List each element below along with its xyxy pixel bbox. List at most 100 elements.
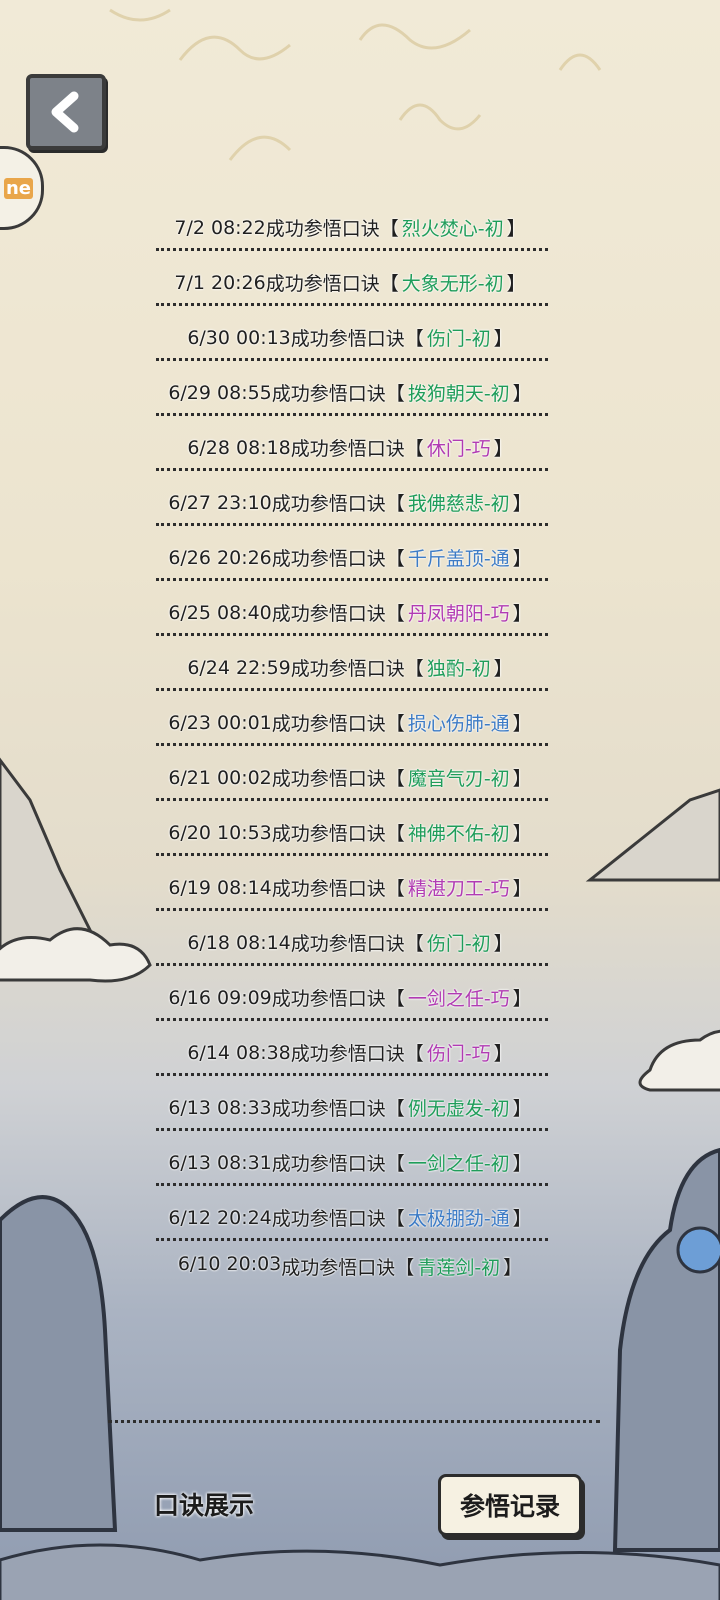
bracket-close: 】 xyxy=(503,1257,523,1279)
record-time: 7/2 08:22 xyxy=(174,216,266,239)
bracket-open: 【 xyxy=(385,1208,405,1230)
record-time: 6/24 22:59 xyxy=(187,656,291,679)
bracket-open: 【 xyxy=(385,1098,405,1120)
chevron-left-icon xyxy=(51,91,79,133)
bracket-open: 【 xyxy=(379,273,399,295)
list-item: 6/19 08:14 成功参悟口诀【精湛刀工-巧】 xyxy=(150,860,550,915)
record-time: 6/26 20:26 xyxy=(168,546,272,569)
list-item: 6/21 00:02 成功参悟口诀【魔音气刃-初】 xyxy=(150,750,550,805)
record-action: 成功参悟口诀 xyxy=(265,273,380,295)
record-skill-name: 我佛慈悲-初 xyxy=(407,493,510,515)
bracket-open: 【 xyxy=(385,1153,405,1175)
list-item: 6/30 00:13 成功参悟口诀【伤门-初】 xyxy=(150,310,550,365)
record-time: 6/23 00:01 xyxy=(168,711,272,734)
list-item: 6/20 10:53 成功参悟口诀【神佛不佑-初】 xyxy=(150,805,550,860)
record-time: 6/30 00:13 xyxy=(187,326,291,349)
record-action: 成功参悟口诀 xyxy=(271,1153,386,1175)
list-item: 6/29 08:55 成功参悟口诀【拨狗朝天-初】 xyxy=(150,365,550,420)
record-skill-name: 太极掤劲-通 xyxy=(407,1208,510,1230)
list-item: 6/26 20:26 成功参悟口诀【千斤盖顶-通】 xyxy=(150,530,550,585)
list-item: 7/1 20:26 成功参悟口诀【大象无形-初】 xyxy=(150,255,550,310)
record-action: 成功参悟口诀 xyxy=(271,1208,386,1230)
record-time: 6/12 20:24 xyxy=(168,1206,272,1229)
record-action: 成功参悟口诀 xyxy=(271,603,386,625)
record-time: 6/18 08:14 xyxy=(187,931,291,954)
record-time: 6/13 08:33 xyxy=(168,1096,272,1119)
record-action: 成功参悟口诀 xyxy=(271,493,386,515)
bracket-open: 【 xyxy=(404,658,424,680)
record-action: 成功参悟口诀 xyxy=(271,823,386,845)
bracket-open: 【 xyxy=(404,438,424,460)
bracket-open: 【 xyxy=(385,713,405,735)
record-action: 成功参悟口诀 xyxy=(290,1043,405,1065)
record-time: 6/29 08:55 xyxy=(168,381,272,404)
bracket-close: 】 xyxy=(506,218,526,240)
bracket-open: 【 xyxy=(385,603,405,625)
list-item: 6/27 23:10 成功参悟口诀【我佛慈悲-初】 xyxy=(150,475,550,530)
record-time: 6/19 08:14 xyxy=(168,876,272,899)
tab-comprehension-records[interactable]: 参悟记录 xyxy=(438,1474,582,1536)
record-action: 成功参悟口诀 xyxy=(281,1257,396,1279)
record-action: 成功参悟口诀 xyxy=(271,1098,386,1120)
bracket-open: 【 xyxy=(385,878,405,900)
record-time: 6/13 08:31 xyxy=(168,1151,272,1174)
bracket-close: 】 xyxy=(512,383,532,405)
list-item: 6/13 08:33 成功参悟口诀【例无虚发-初】 xyxy=(150,1080,550,1135)
list-item: 6/25 08:40 成功参悟口诀【丹凤朝阳-巧】 xyxy=(150,585,550,640)
record-action: 成功参悟口诀 xyxy=(271,713,386,735)
bracket-close: 】 xyxy=(493,933,513,955)
side-floating-badge[interactable]: ne xyxy=(0,146,44,230)
list-item: 6/13 08:31 成功参悟口诀【一剑之任-初】 xyxy=(150,1135,550,1190)
list-item: 6/18 08:14 成功参悟口诀【伤门-初】 xyxy=(150,915,550,970)
record-time: 6/20 10:53 xyxy=(168,821,272,844)
record-skill-name: 损心伤肺-通 xyxy=(407,713,510,735)
bracket-close: 】 xyxy=(512,603,532,625)
list-item: 6/14 08:38 成功参悟口诀【伤门-巧】 xyxy=(150,1025,550,1080)
record-skill-name: 大象无形-初 xyxy=(401,273,504,295)
back-button[interactable] xyxy=(26,74,106,150)
record-skill-name: 一剑之任-巧 xyxy=(407,988,510,1010)
record-time: 7/1 20:26 xyxy=(174,271,266,294)
bracket-close: 】 xyxy=(512,878,532,900)
list-item: 6/24 22:59 成功参悟口诀【独酌-初】 xyxy=(150,640,550,695)
bracket-open: 【 xyxy=(385,493,405,515)
record-action: 成功参悟口诀 xyxy=(290,658,405,680)
list-item: 6/12 20:24 成功参悟口诀【太极掤劲-通】 xyxy=(150,1190,550,1245)
tab-formula-display[interactable]: 口诀展示 xyxy=(154,1486,254,1522)
bracket-close: 】 xyxy=(506,273,526,295)
bracket-close: 】 xyxy=(512,548,532,570)
record-skill-name: 休门-巧 xyxy=(426,438,491,460)
record-skill-name: 烈火焚心-初 xyxy=(401,218,504,240)
record-action: 成功参悟口诀 xyxy=(271,768,386,790)
bracket-open: 【 xyxy=(385,768,405,790)
bottom-divider xyxy=(108,1420,600,1423)
record-skill-name: 伤门-巧 xyxy=(426,1043,491,1065)
record-action: 成功参悟口诀 xyxy=(290,438,405,460)
bracket-open: 【 xyxy=(385,548,405,570)
record-action: 成功参悟口诀 xyxy=(290,933,405,955)
record-time: 6/16 09:09 xyxy=(168,986,272,1009)
record-skill-name: 精湛刀工-巧 xyxy=(407,878,510,900)
record-time: 6/14 08:38 xyxy=(187,1041,291,1064)
bracket-close: 】 xyxy=(493,328,513,350)
bracket-open: 【 xyxy=(404,1043,424,1065)
record-skill-name: 青莲剑-初 xyxy=(417,1257,501,1279)
bracket-close: 】 xyxy=(512,988,532,1010)
record-time: 6/28 08:18 xyxy=(187,436,291,459)
record-skill-name: 例无虚发-初 xyxy=(407,1098,510,1120)
record-time: 6/21 00:02 xyxy=(168,766,272,789)
record-action: 成功参悟口诀 xyxy=(271,383,386,405)
record-action: 成功参悟口诀 xyxy=(271,988,386,1010)
bracket-open: 【 xyxy=(385,823,405,845)
bracket-open: 【 xyxy=(404,933,424,955)
record-action: 成功参悟口诀 xyxy=(271,878,386,900)
bracket-close: 】 xyxy=(493,1043,513,1065)
record-time: 6/27 23:10 xyxy=(168,491,272,514)
bracket-close: 】 xyxy=(512,768,532,790)
record-skill-name: 神佛不佑-初 xyxy=(407,823,510,845)
bracket-open: 【 xyxy=(385,383,405,405)
record-skill-name: 拨狗朝天-初 xyxy=(407,383,510,405)
bracket-open: 【 xyxy=(379,218,399,240)
record-skill-name: 千斤盖顶-通 xyxy=(407,548,510,570)
record-skill-name: 独酌-初 xyxy=(426,658,491,680)
